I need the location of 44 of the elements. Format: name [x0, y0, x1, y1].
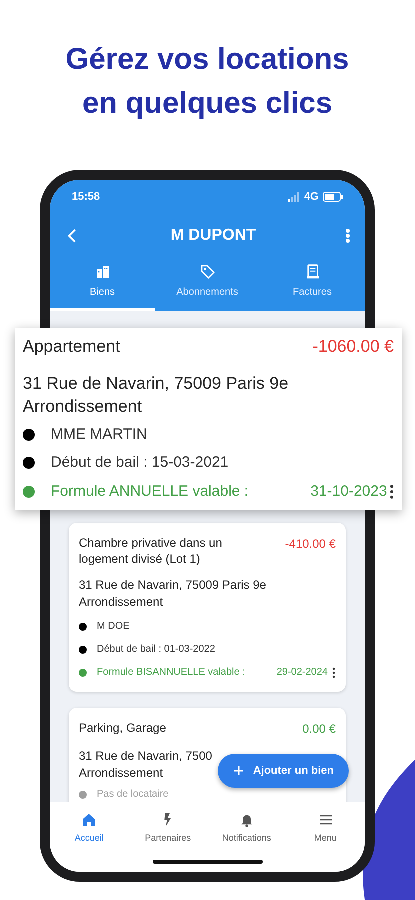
property-amount: -1060.00 € — [312, 336, 394, 358]
detail-text: M DOE — [97, 620, 130, 634]
status-time: 15:58 — [72, 190, 100, 205]
plus-icon — [233, 764, 246, 777]
property-address: 31 Rue de Navarin, 75009 Paris 9e Arrondissement — [23, 372, 290, 418]
headline: Gérez vos locations — [64, 42, 350, 78]
nav-tab[interactable]: Partenaires — [128, 802, 208, 852]
detail-text: Formule ANNUELLE valable : — [51, 482, 249, 502]
tab[interactable]: Biens — [50, 258, 155, 311]
network-label: 4G — [304, 190, 319, 205]
buildings-icon — [94, 264, 110, 280]
add-property-button[interactable]: Ajouter un bien — [218, 754, 349, 788]
detail-text: Début de bail : 15-03-2021 — [51, 453, 229, 473]
home-icon — [81, 812, 98, 828]
expiry-date: 31-10-2023 — [310, 482, 388, 502]
property-title: Appartement — [23, 339, 120, 355]
property-address: Arrondissement — [79, 765, 164, 782]
property-title: Parking, Garage — [79, 720, 166, 736]
more-icon — [332, 666, 336, 678]
property-amount: -410.00 € — [285, 536, 336, 553]
signal-icon — [288, 192, 300, 202]
headline: en quelques clics — [81, 86, 334, 122]
property-title: Chambre privative dans un logement divisé (Lot 1) — [79, 535, 224, 567]
nav-tab[interactable]: Accueil — [50, 802, 129, 852]
invoice-icon — [304, 264, 320, 280]
detail-text: Début de bail : 01-03-2022 — [97, 643, 216, 657]
property-amount: 0.00 € — [302, 721, 336, 738]
detail-text: Pas de locataire — [97, 788, 169, 802]
tab[interactable]: Abonnements — [155, 258, 260, 311]
property-address: 31 Rue de Navarin, 75009 Paris 9e Arrondissement — [79, 577, 268, 611]
expiry-date: 29-02-2024 — [276, 666, 328, 680]
toolbar-title: M DUPONT — [170, 226, 256, 246]
more-button[interactable] — [332, 666, 336, 678]
battery-icon — [323, 192, 343, 202]
more-icon — [344, 226, 351, 245]
tab[interactable]: Factures — [260, 258, 365, 311]
more-button[interactable] — [390, 484, 394, 500]
tag-icon — [200, 264, 216, 280]
property-address: 31 Rue de Navarin, 7500 — [79, 748, 212, 765]
more-icon — [390, 484, 394, 500]
nav-tab[interactable]: Menu — [286, 802, 365, 852]
detail-text: Formule BISANNUELLE valable : — [97, 666, 246, 680]
detail-text: MME MARTIN — [51, 424, 148, 444]
nav-tab[interactable]: Notifications — [208, 802, 286, 852]
